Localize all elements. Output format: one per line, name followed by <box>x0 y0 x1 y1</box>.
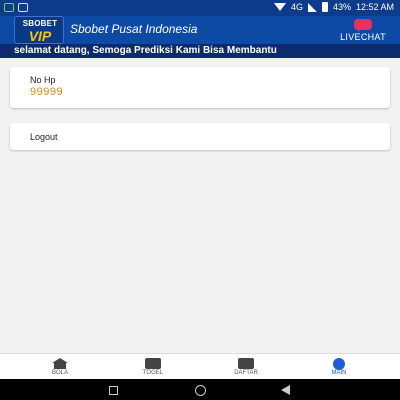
battery-percent: 43% <box>332 2 351 12</box>
phone-label: No Hp <box>30 75 56 85</box>
nav-item-main[interactable]: MAIN <box>299 356 379 380</box>
welcome-marquee: selamat datang, Semoga Prediksi Kami Bis… <box>0 44 400 58</box>
network-label: 4G <box>290 2 303 12</box>
logout-label: Logout <box>30 132 58 142</box>
battery-icon <box>321 2 328 12</box>
logo-text-bottom: VIP <box>28 28 52 44</box>
chat-icon <box>354 19 372 32</box>
home-icon <box>52 358 68 369</box>
clock: 12:52 AM <box>355 2 394 12</box>
phone-card: No Hp 99999 <box>10 67 390 108</box>
app-notification-icon <box>4 3 14 12</box>
nav-item-bola[interactable]: BOLA <box>20 356 100 380</box>
system-navigation-bar <box>0 379 400 400</box>
bottom-nav: BOLA TOGEL DAFTAR MAIN <box>0 353 400 379</box>
list-icon <box>145 358 161 369</box>
status-indicators: 4G 43% 12:52 AM <box>273 2 394 12</box>
screenshot-notification-icon <box>18 3 28 12</box>
phone-value: 99999 <box>30 86 64 98</box>
calendar-icon <box>238 358 254 369</box>
nav-label-togel: TOGEL <box>142 370 164 376</box>
marquee-text: selamat datang, Semoga Prediksi Kami Bis… <box>14 45 277 56</box>
sbobet-vip-logo: SBOBET VIP <box>14 16 64 44</box>
nav-item-togel[interactable]: TOGEL <box>113 356 193 380</box>
logo-text-top: SBOBET <box>22 19 58 28</box>
livechat-label: LIVECHAT <box>340 32 386 42</box>
user-icon <box>333 358 345 370</box>
app-title: Sbobet Pusat Indonesia <box>70 22 198 36</box>
wifi-icon <box>273 3 286 11</box>
nav-label-bola: BOLA <box>51 370 68 376</box>
nav-label-main: MAIN <box>331 370 347 376</box>
signal-icon <box>307 2 317 12</box>
recent-apps-icon[interactable] <box>109 386 118 395</box>
nav-item-daftar[interactable]: DAFTAR <box>206 356 286 380</box>
nav-label-daftar: DAFTAR <box>234 370 258 376</box>
app-header: SBOBET VIP Sbobet Pusat Indonesia LIVECH… <box>0 16 400 44</box>
livechat-button[interactable]: LIVECHAT <box>330 19 390 43</box>
status-bar: 4G 43% 12:52 AM <box>0 0 400 16</box>
logout-button[interactable]: Logout <box>10 123 390 150</box>
notification-icons <box>4 3 28 12</box>
home-button-icon[interactable] <box>195 385 206 396</box>
back-icon[interactable] <box>281 385 290 395</box>
